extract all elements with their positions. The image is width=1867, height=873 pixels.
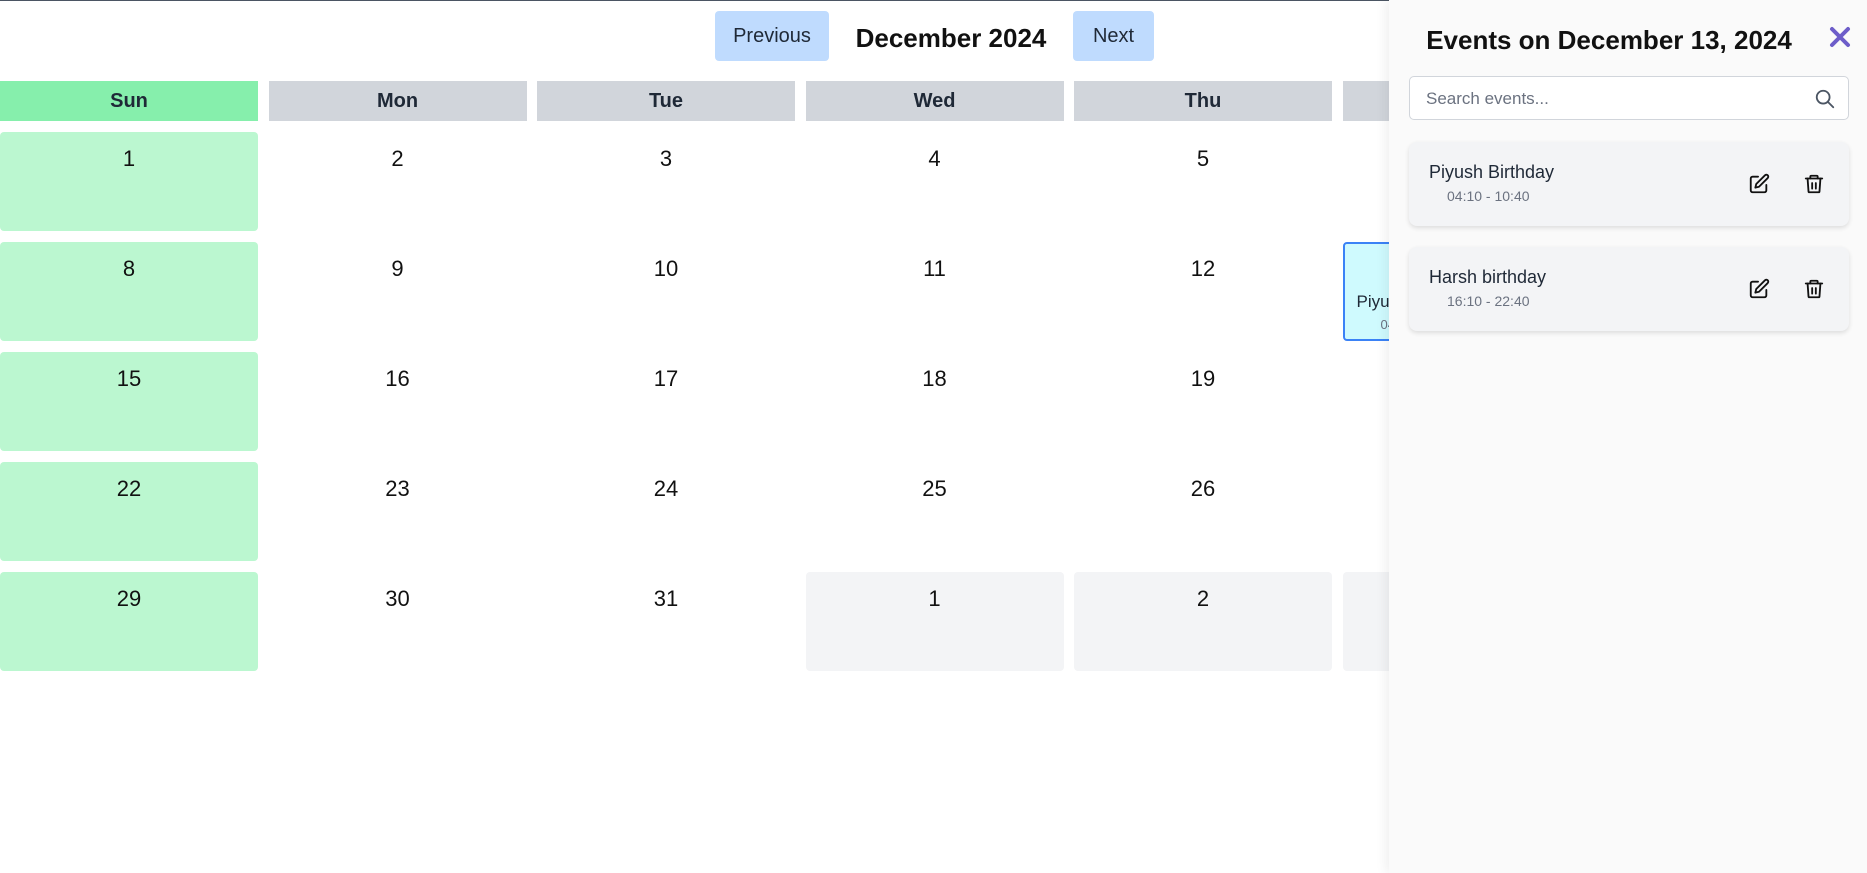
day-number: 30 <box>385 586 410 611</box>
event-title: Harsh birthday <box>1429 267 1547 287</box>
event-time: 04:10 - 10:40 <box>1447 188 1530 204</box>
cell-event-time: 04:10 - 10:40 <box>1380 317 1390 332</box>
day-number: 23 <box>385 476 410 501</box>
day-number: 18 <box>922 366 947 391</box>
day-number: 17 <box>653 366 679 391</box>
day-cell[interactable]: 2 <box>269 132 527 231</box>
weekday-header-thu: Thu <box>1074 81 1332 121</box>
day-cell[interactable]: 16 <box>269 352 527 451</box>
day-cell[interactable]: 6 <box>1343 132 1390 231</box>
weekday-header-wed: Wed <box>805 81 1064 121</box>
day-number: 19 <box>1190 366 1216 391</box>
month-title: December 2024 <box>855 22 1047 53</box>
day-cell[interactable]: 27 <box>1343 462 1390 561</box>
day-number: 16 <box>385 366 410 391</box>
event-card[interactable]: Piyush Birthday 04:10 - 10:40 <box>1409 142 1849 226</box>
delete-event-button[interactable] <box>1800 170 1828 198</box>
event-title: Piyush Birthday <box>1429 162 1555 182</box>
day-cell[interactable]: 13Piyush Birthday04:10 - 10:40 <box>1342 242 1390 341</box>
day-cell[interactable]: 23 <box>269 462 527 561</box>
previous-month-button[interactable]: Previous <box>715 11 829 61</box>
day-cell[interactable]: 31 <box>537 572 795 671</box>
day-number: 11 <box>923 256 946 281</box>
day-number: 1 <box>122 146 136 171</box>
day-cell[interactable]: 30 <box>269 572 527 671</box>
weekday-header-fri: Fri <box>1342 81 1389 121</box>
close-icon <box>1830 27 1850 47</box>
day-number: 5 <box>1196 146 1210 171</box>
day-number: 10 <box>653 256 679 281</box>
day-cell[interactable]: 24 <box>537 462 795 561</box>
day-number: 3 <box>659 146 673 171</box>
day-number: 1 <box>928 586 941 611</box>
day-cell[interactable]: 9 <box>269 242 527 341</box>
day-number: 31 <box>653 586 679 611</box>
day-number: 8 <box>122 256 136 281</box>
next-month-button[interactable]: Next <box>1073 11 1154 61</box>
day-cell[interactable]: 2 <box>1074 572 1332 671</box>
weekday-header-tue: Tue <box>537 81 795 121</box>
day-number: 26 <box>1190 476 1216 501</box>
day-cell[interactable]: 4 <box>806 132 1064 231</box>
delete-event-button[interactable] <box>1800 275 1828 303</box>
day-cell[interactable]: 18 <box>806 352 1064 451</box>
day-number: 15 <box>116 366 142 391</box>
day-number: 24 <box>653 476 679 501</box>
day-cell[interactable]: 11 <box>806 242 1064 341</box>
day-cell[interactable]: 17 <box>537 352 795 451</box>
trash-icon <box>1804 174 1824 194</box>
edit-event-button[interactable] <box>1745 275 1773 303</box>
day-cell[interactable]: 3 <box>537 132 795 231</box>
day-cell[interactable]: 19 <box>1074 352 1332 451</box>
day-cell[interactable]: 1 <box>805 572 1064 671</box>
day-number: 29 <box>116 586 142 611</box>
day-cell[interactable]: 8 <box>0 242 258 341</box>
day-cell[interactable]: 1 <box>0 132 258 231</box>
day-cell[interactable]: 20 <box>1343 352 1390 451</box>
day-number: 25 <box>922 476 947 501</box>
calendar-grid: SunMonTueWedThuFriSat12345678910111213Pi… <box>0 81 1389 681</box>
event-card[interactable]: Harsh birthday 16:10 - 22:40 <box>1409 247 1849 331</box>
search-icon[interactable] <box>1814 88 1836 110</box>
edit-icon <box>1749 173 1770 194</box>
day-cell[interactable]: 15 <box>0 352 258 451</box>
day-cell[interactable]: 29 <box>0 572 258 671</box>
cell-event-title: Piyush Birthday <box>1356 292 1390 311</box>
search-events-input[interactable] <box>1424 85 1808 113</box>
edit-icon <box>1749 278 1770 299</box>
weekday-header-mon: Mon <box>268 81 527 121</box>
trash-icon <box>1804 279 1824 299</box>
day-number: 22 <box>116 476 142 501</box>
panel-title: Events on December 13, 2024 <box>1426 24 1792 55</box>
day-number: 12 <box>1190 256 1216 281</box>
search-box <box>1409 76 1849 120</box>
day-cell[interactable]: 5 <box>1074 132 1332 231</box>
events-panel: Events on December 13, 2024 Piyush Birth… <box>1389 0 1867 873</box>
event-time: 16:10 - 22:40 <box>1447 293 1530 309</box>
day-cell[interactable]: 10 <box>537 242 795 341</box>
day-number: 2 <box>391 146 404 171</box>
day-cell[interactable]: 26 <box>1074 462 1332 561</box>
day-cell[interactable]: 3 <box>1342 572 1389 671</box>
day-number: 4 <box>928 146 941 171</box>
edit-event-button[interactable] <box>1745 170 1773 198</box>
day-cell[interactable]: 12 <box>1074 242 1332 341</box>
day-cell[interactable]: 22 <box>0 462 258 561</box>
day-number: 9 <box>391 256 404 281</box>
weekday-header-sun: Sun <box>0 81 258 121</box>
day-cell[interactable]: 25 <box>806 462 1064 561</box>
day-number: 2 <box>1196 586 1210 611</box>
close-panel-button[interactable] <box>1822 18 1858 56</box>
